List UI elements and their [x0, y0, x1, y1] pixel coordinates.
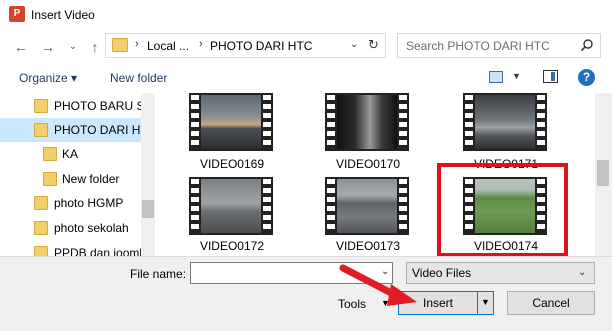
cancel-button[interactable]: Cancel [507, 291, 595, 315]
nav-item-label: PPDB dan joomla [54, 246, 149, 256]
title-bar: P Insert Video [0, 0, 612, 30]
nav-item-label: New folder [62, 172, 120, 186]
search-input[interactable]: Search PHOTO DARI HTC [397, 33, 601, 58]
search-placeholder: Search PHOTO DARI HTC [406, 39, 550, 53]
video-thumbnail [463, 93, 547, 151]
video-thumbnail [189, 93, 273, 151]
back-arrow-icon[interactable]: ← [12, 38, 30, 56]
nav-item-label: PHOTO DARI HTC [54, 123, 155, 137]
nav-item-photo-dari-htc[interactable]: PHOTO DARI HTC [0, 118, 155, 142]
folder-icon [34, 99, 48, 113]
folder-icon [112, 38, 128, 52]
folder-icon [34, 221, 48, 235]
nav-item-ppdb[interactable]: PPDB dan joomla [0, 241, 149, 256]
file-tile[interactable]: VIDEO0173 [313, 177, 423, 256]
folder-icon [34, 246, 48, 256]
file-tile[interactable]: VIDEO0170 [313, 93, 423, 173]
new-folder-button[interactable]: New folder [110, 71, 167, 85]
breadcrumb-current-folder[interactable]: PHOTO DARI HTC [210, 39, 312, 53]
file-name: VIDEO0172 [199, 239, 265, 253]
address-bar[interactable]: › Local ... › PHOTO DARI HTC ⌄ ↻ [105, 33, 386, 58]
up-arrow-icon[interactable]: ↑ [86, 38, 104, 56]
nav-item-photo-hgmp[interactable]: photo HGMP [0, 191, 141, 215]
selection-highlight-box [437, 163, 568, 257]
nav-item-label: KA [62, 147, 79, 161]
file-name: VIDEO0173 [335, 239, 401, 253]
insert-dropdown-icon[interactable]: ▼ [481, 297, 490, 307]
video-thumbnail [189, 177, 273, 235]
nav-scrollbar-thumb[interactable] [142, 200, 154, 218]
view-dropdown-icon[interactable]: ▼ [512, 71, 521, 81]
chevron-down-icon: ⌄ [578, 267, 587, 278]
forward-arrow-icon[interactable]: → [39, 38, 57, 56]
file-list-scrollbar-thumb[interactable] [597, 160, 609, 186]
folder-icon [43, 147, 57, 161]
nav-item-label: PHOTO BARU SE [54, 99, 153, 113]
nav-item-ka[interactable]: KA [0, 142, 141, 166]
file-name-label: File name: [130, 267, 187, 281]
nav-item-photo-baru[interactable]: PHOTO BARU SE [0, 94, 152, 118]
breadcrumb-separator: › [135, 38, 139, 50]
annotation-arrow-icon [339, 264, 417, 306]
breadcrumb-separator: › [199, 38, 203, 50]
preview-pane-icon[interactable] [543, 70, 558, 83]
organize-button[interactable]: Organize ▾ [19, 71, 77, 85]
address-dropdown-icon[interactable]: ⌄ [350, 39, 358, 50]
file-tile[interactable]: VIDEO0171 [451, 93, 561, 173]
breadcrumb-local[interactable]: Local ... [147, 39, 189, 53]
nav-item-label: photo HGMP [54, 196, 124, 210]
file-type-select[interactable]: Video Files ⌄ [406, 262, 595, 284]
file-tile[interactable]: VIDEO0169 [177, 93, 287, 173]
nav-scrollbar[interactable] [141, 93, 155, 256]
help-icon[interactable]: ? [578, 69, 595, 86]
change-view-icon[interactable] [489, 71, 503, 83]
folder-icon [34, 196, 48, 210]
powerpoint-icon: P [9, 6, 25, 22]
file-name: VIDEO0170 [335, 157, 401, 171]
nav-item-label: photo sekolah [54, 221, 129, 235]
insert-label: Insert [422, 296, 453, 310]
search-icon [580, 39, 593, 52]
file-name: VIDEO0169 [199, 157, 265, 171]
folder-icon [34, 123, 48, 137]
nav-item-photo-sekolah[interactable]: photo sekolah [0, 216, 141, 240]
recent-locations-chevron-icon[interactable]: ⌄ [64, 38, 82, 56]
window-title: Insert Video [31, 8, 95, 22]
navigation-pane: PHOTO BARU SE PHOTO DARI HTC KA New fold… [0, 93, 155, 256]
video-thumbnail [325, 177, 409, 235]
insert-split-divider [477, 292, 478, 314]
file-tile[interactable]: VIDEO0172 [177, 177, 287, 256]
refresh-icon[interactable]: ↻ [368, 37, 379, 53]
video-thumbnail [325, 93, 409, 151]
folder-icon [43, 172, 57, 186]
nav-item-new-folder[interactable]: New folder [0, 167, 141, 191]
